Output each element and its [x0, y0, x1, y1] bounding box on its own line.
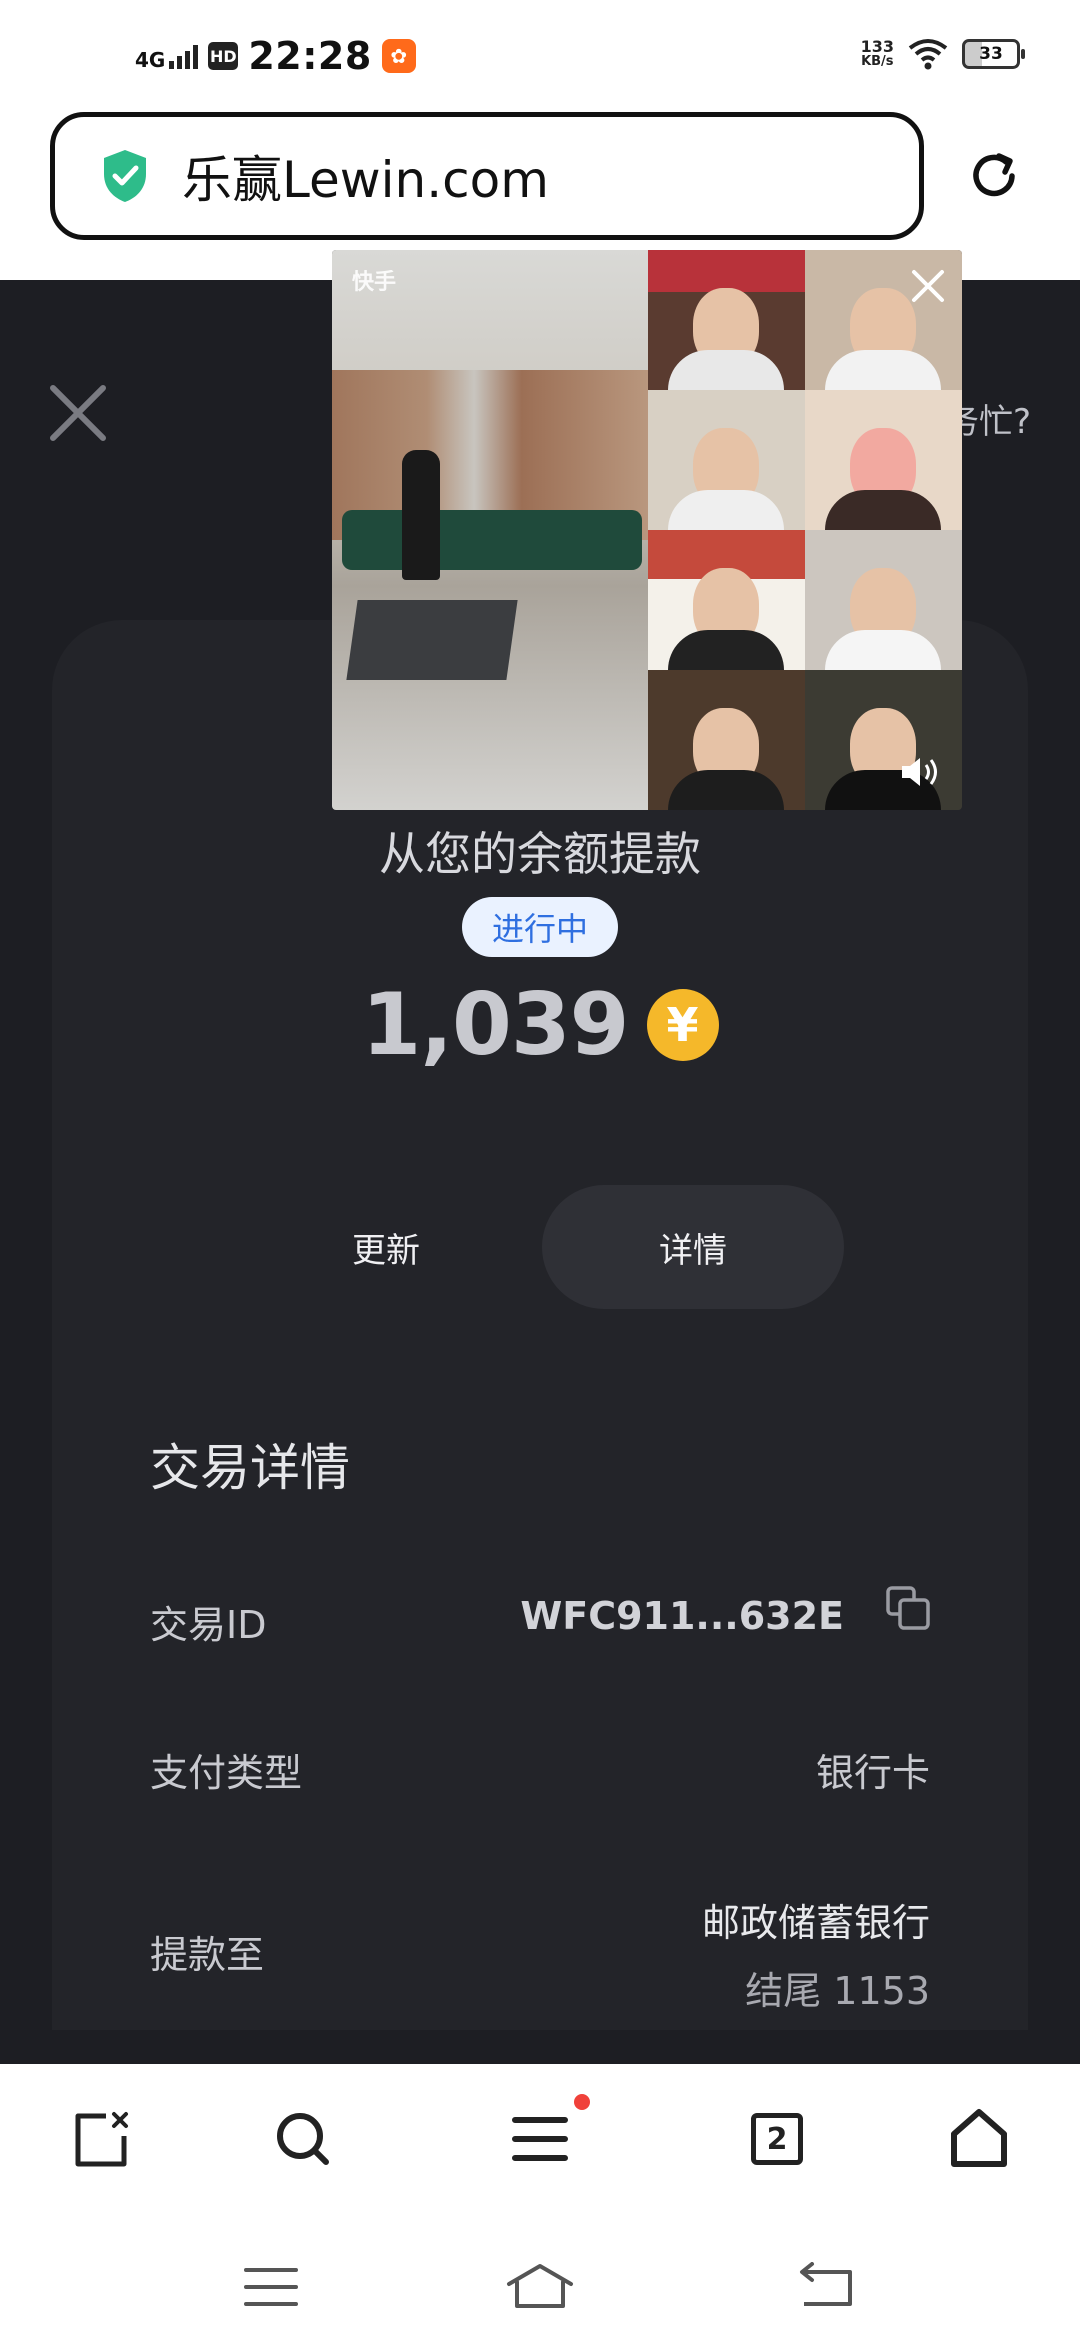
- status-badge: 进行中: [462, 897, 618, 957]
- clock: 22:28: [248, 34, 372, 78]
- browser-toolbar: 2: [0, 2064, 1080, 2214]
- network-speed: 133 KB/s: [860, 37, 894, 70]
- video-floor-mat: [346, 600, 518, 680]
- transaction-id-label: 交易ID: [150, 1603, 267, 1647]
- close-icon[interactable]: [45, 380, 111, 446]
- copy-icon[interactable]: [884, 1584, 932, 1632]
- battery-icon: 33: [962, 39, 1025, 69]
- status-right: 133 KB/s 33: [860, 37, 1025, 70]
- url-text[interactable]: 乐赢Lewin.com: [182, 140, 549, 212]
- back-icon[interactable]: [790, 2262, 860, 2312]
- withdraw-to-label: 提款至: [150, 1933, 265, 1977]
- signal-indicator: 4G: [135, 43, 199, 72]
- status-left: 4G HD 22:28 ✿: [135, 34, 416, 78]
- video-main-scene: [332, 250, 648, 810]
- video-tile: [648, 670, 805, 810]
- card-ending: 结尾 1153: [745, 1969, 930, 2013]
- search-icon[interactable]: [268, 2104, 338, 2174]
- yuan-coin-icon: ¥: [646, 989, 719, 1061]
- hd-badge: HD: [208, 42, 239, 70]
- speed-value: 133: [860, 37, 894, 56]
- video-tile: [648, 390, 805, 530]
- kuaishou-logo: 快手: [352, 270, 397, 295]
- bank-name: 邮政储蓄银行: [701, 1901, 930, 1945]
- amount-value: 1,039: [361, 975, 629, 1075]
- amount-row: 1,039 ¥: [0, 975, 1080, 1075]
- speed-unit: KB/s: [861, 54, 894, 69]
- refresh-button[interactable]: 更新: [286, 1185, 486, 1309]
- details-button[interactable]: 详情: [542, 1185, 844, 1309]
- withdraw-title: 从您的余额提款: [379, 827, 701, 881]
- tab-count: 2: [751, 2113, 803, 2165]
- payment-type-label: 支付类型: [150, 1751, 303, 1795]
- sound-icon[interactable]: [900, 754, 944, 790]
- address-bar[interactable]: 乐赢Lewin.com: [50, 112, 924, 240]
- transaction-id-value: WFC911...632E: [520, 1594, 844, 1638]
- tabs-icon[interactable]: 2: [742, 2104, 812, 2174]
- recents-icon[interactable]: [236, 2262, 306, 2312]
- kuaishou-notification-icon: ✿: [381, 39, 416, 73]
- video-tile: [648, 530, 805, 670]
- menu-icon[interactable]: [505, 2104, 575, 2174]
- reload-icon[interactable]: [966, 148, 1022, 204]
- payment-type-value: 银行卡: [815, 1751, 930, 1795]
- section-title: 交易详情: [150, 1439, 350, 1497]
- wifi-icon: [908, 39, 948, 70]
- floating-video-player[interactable]: 快手: [332, 250, 962, 810]
- video-tile: [648, 250, 805, 390]
- network-type: 4G: [135, 48, 166, 72]
- shield-check-icon: [104, 150, 146, 202]
- signal-bars-icon: [169, 43, 199, 69]
- video-person: [402, 450, 440, 580]
- notification-dot: [574, 2094, 590, 2110]
- video-tile: [805, 530, 962, 670]
- video-sofa: [342, 510, 642, 570]
- close-tab-icon[interactable]: [66, 2104, 136, 2174]
- status-bar: 4G HD 22:28 ✿ 133 KB/s 33: [0, 0, 1080, 110]
- home-icon[interactable]: [944, 2104, 1014, 2174]
- video-close-icon[interactable]: [908, 266, 948, 306]
- system-navigation: [0, 2214, 1080, 2340]
- home-nav-icon[interactable]: [505, 2262, 575, 2312]
- video-tile: [805, 390, 962, 530]
